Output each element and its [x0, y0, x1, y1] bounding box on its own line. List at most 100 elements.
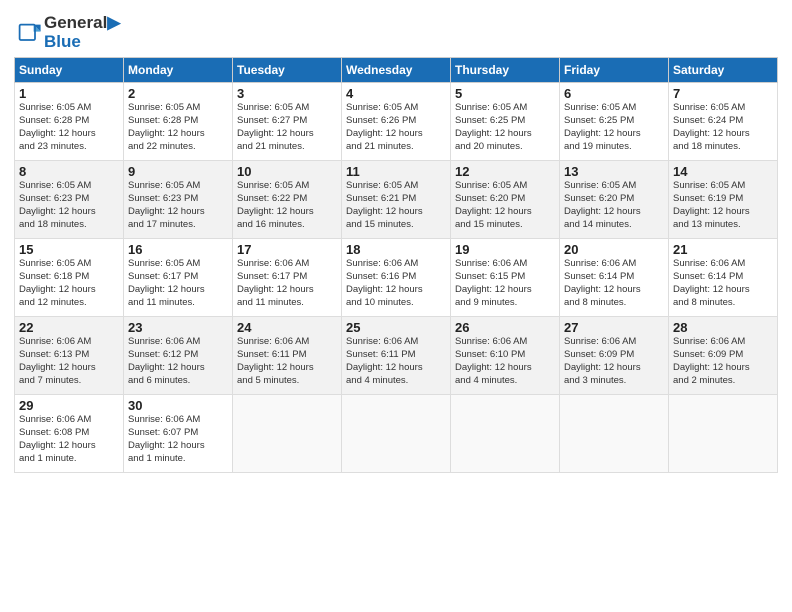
day-info: Sunrise: 6:06 AM Sunset: 6:09 PM Dayligh… [564, 336, 664, 387]
day-info: Sunrise: 6:06 AM Sunset: 6:14 PM Dayligh… [673, 258, 773, 309]
day-number: 21 [673, 242, 773, 257]
day-number: 11 [346, 164, 446, 179]
day-cell: 22Sunrise: 6:06 AM Sunset: 6:13 PM Dayli… [15, 317, 124, 395]
day-info: Sunrise: 6:05 AM Sunset: 6:25 PM Dayligh… [455, 102, 555, 153]
day-number: 18 [346, 242, 446, 257]
day-cell: 8Sunrise: 6:05 AM Sunset: 6:23 PM Daylig… [15, 161, 124, 239]
day-cell [669, 395, 778, 473]
day-number: 23 [128, 320, 228, 335]
main-container: General▶ Blue SundayMondayTuesdayWednesd… [0, 0, 792, 483]
weekday-header-saturday: Saturday [669, 58, 778, 83]
day-cell: 7Sunrise: 6:05 AM Sunset: 6:24 PM Daylig… [669, 83, 778, 161]
day-cell: 1Sunrise: 6:05 AM Sunset: 6:28 PM Daylig… [15, 83, 124, 161]
weekday-header-wednesday: Wednesday [342, 58, 451, 83]
day-cell: 5Sunrise: 6:05 AM Sunset: 6:25 PM Daylig… [451, 83, 560, 161]
day-number: 20 [564, 242, 664, 257]
day-cell: 13Sunrise: 6:05 AM Sunset: 6:20 PM Dayli… [560, 161, 669, 239]
day-number: 6 [564, 86, 664, 101]
day-cell [451, 395, 560, 473]
day-info: Sunrise: 6:05 AM Sunset: 6:26 PM Dayligh… [346, 102, 446, 153]
day-info: Sunrise: 6:06 AM Sunset: 6:13 PM Dayligh… [19, 336, 119, 387]
day-number: 3 [237, 86, 337, 101]
day-info: Sunrise: 6:05 AM Sunset: 6:23 PM Dayligh… [19, 180, 119, 231]
day-info: Sunrise: 6:05 AM Sunset: 6:18 PM Dayligh… [19, 258, 119, 309]
day-cell: 4Sunrise: 6:05 AM Sunset: 6:26 PM Daylig… [342, 83, 451, 161]
day-cell: 20Sunrise: 6:06 AM Sunset: 6:14 PM Dayli… [560, 239, 669, 317]
logo: General▶ Blue [14, 14, 120, 51]
weekday-header-row: SundayMondayTuesdayWednesdayThursdayFrid… [15, 58, 778, 83]
day-cell: 28Sunrise: 6:06 AM Sunset: 6:09 PM Dayli… [669, 317, 778, 395]
day-number: 26 [455, 320, 555, 335]
day-number: 27 [564, 320, 664, 335]
day-info: Sunrise: 6:05 AM Sunset: 6:19 PM Dayligh… [673, 180, 773, 231]
day-cell: 21Sunrise: 6:06 AM Sunset: 6:14 PM Dayli… [669, 239, 778, 317]
day-info: Sunrise: 6:06 AM Sunset: 6:12 PM Dayligh… [128, 336, 228, 387]
day-cell: 14Sunrise: 6:05 AM Sunset: 6:19 PM Dayli… [669, 161, 778, 239]
day-number: 28 [673, 320, 773, 335]
day-cell: 27Sunrise: 6:06 AM Sunset: 6:09 PM Dayli… [560, 317, 669, 395]
weekday-header-tuesday: Tuesday [233, 58, 342, 83]
day-number: 9 [128, 164, 228, 179]
day-info: Sunrise: 6:06 AM Sunset: 6:11 PM Dayligh… [346, 336, 446, 387]
day-cell: 26Sunrise: 6:06 AM Sunset: 6:10 PM Dayli… [451, 317, 560, 395]
day-number: 29 [19, 398, 119, 413]
day-number: 10 [237, 164, 337, 179]
day-info: Sunrise: 6:05 AM Sunset: 6:24 PM Dayligh… [673, 102, 773, 153]
day-cell: 25Sunrise: 6:06 AM Sunset: 6:11 PM Dayli… [342, 317, 451, 395]
day-number: 13 [564, 164, 664, 179]
day-info: Sunrise: 6:05 AM Sunset: 6:20 PM Dayligh… [564, 180, 664, 231]
day-info: Sunrise: 6:05 AM Sunset: 6:28 PM Dayligh… [19, 102, 119, 153]
day-info: Sunrise: 6:05 AM Sunset: 6:28 PM Dayligh… [128, 102, 228, 153]
day-number: 1 [19, 86, 119, 101]
week-row-5: 29Sunrise: 6:06 AM Sunset: 6:08 PM Dayli… [15, 395, 778, 473]
day-cell: 16Sunrise: 6:05 AM Sunset: 6:17 PM Dayli… [124, 239, 233, 317]
day-info: Sunrise: 6:06 AM Sunset: 6:10 PM Dayligh… [455, 336, 555, 387]
day-cell: 19Sunrise: 6:06 AM Sunset: 6:15 PM Dayli… [451, 239, 560, 317]
week-row-1: 1Sunrise: 6:05 AM Sunset: 6:28 PM Daylig… [15, 83, 778, 161]
day-info: Sunrise: 6:06 AM Sunset: 6:08 PM Dayligh… [19, 414, 119, 465]
week-row-4: 22Sunrise: 6:06 AM Sunset: 6:13 PM Dayli… [15, 317, 778, 395]
logo-icon [14, 19, 42, 47]
day-cell: 9Sunrise: 6:05 AM Sunset: 6:23 PM Daylig… [124, 161, 233, 239]
calendar-table: SundayMondayTuesdayWednesdayThursdayFrid… [14, 57, 778, 473]
day-cell: 29Sunrise: 6:06 AM Sunset: 6:08 PM Dayli… [15, 395, 124, 473]
day-info: Sunrise: 6:05 AM Sunset: 6:21 PM Dayligh… [346, 180, 446, 231]
day-cell: 23Sunrise: 6:06 AM Sunset: 6:12 PM Dayli… [124, 317, 233, 395]
day-cell: 2Sunrise: 6:05 AM Sunset: 6:28 PM Daylig… [124, 83, 233, 161]
day-number: 24 [237, 320, 337, 335]
day-cell: 12Sunrise: 6:05 AM Sunset: 6:20 PM Dayli… [451, 161, 560, 239]
day-info: Sunrise: 6:05 AM Sunset: 6:27 PM Dayligh… [237, 102, 337, 153]
day-cell: 17Sunrise: 6:06 AM Sunset: 6:17 PM Dayli… [233, 239, 342, 317]
day-cell: 18Sunrise: 6:06 AM Sunset: 6:16 PM Dayli… [342, 239, 451, 317]
day-info: Sunrise: 6:05 AM Sunset: 6:25 PM Dayligh… [564, 102, 664, 153]
day-cell [560, 395, 669, 473]
weekday-header-sunday: Sunday [15, 58, 124, 83]
day-cell [233, 395, 342, 473]
day-info: Sunrise: 6:06 AM Sunset: 6:07 PM Dayligh… [128, 414, 228, 465]
day-number: 12 [455, 164, 555, 179]
weekday-header-friday: Friday [560, 58, 669, 83]
day-cell: 24Sunrise: 6:06 AM Sunset: 6:11 PM Dayli… [233, 317, 342, 395]
header: General▶ Blue [14, 10, 778, 51]
day-number: 22 [19, 320, 119, 335]
day-info: Sunrise: 6:06 AM Sunset: 6:16 PM Dayligh… [346, 258, 446, 309]
day-number: 15 [19, 242, 119, 257]
day-info: Sunrise: 6:06 AM Sunset: 6:17 PM Dayligh… [237, 258, 337, 309]
day-info: Sunrise: 6:05 AM Sunset: 6:20 PM Dayligh… [455, 180, 555, 231]
day-info: Sunrise: 6:06 AM Sunset: 6:09 PM Dayligh… [673, 336, 773, 387]
day-number: 7 [673, 86, 773, 101]
day-number: 5 [455, 86, 555, 101]
day-cell: 15Sunrise: 6:05 AM Sunset: 6:18 PM Dayli… [15, 239, 124, 317]
day-cell: 6Sunrise: 6:05 AM Sunset: 6:25 PM Daylig… [560, 83, 669, 161]
day-number: 17 [237, 242, 337, 257]
day-number: 30 [128, 398, 228, 413]
weekday-header-thursday: Thursday [451, 58, 560, 83]
weekday-header-monday: Monday [124, 58, 233, 83]
day-cell: 3Sunrise: 6:05 AM Sunset: 6:27 PM Daylig… [233, 83, 342, 161]
week-row-2: 8Sunrise: 6:05 AM Sunset: 6:23 PM Daylig… [15, 161, 778, 239]
day-cell: 11Sunrise: 6:05 AM Sunset: 6:21 PM Dayli… [342, 161, 451, 239]
day-info: Sunrise: 6:05 AM Sunset: 6:17 PM Dayligh… [128, 258, 228, 309]
day-number: 2 [128, 86, 228, 101]
day-cell: 10Sunrise: 6:05 AM Sunset: 6:22 PM Dayli… [233, 161, 342, 239]
day-number: 25 [346, 320, 446, 335]
